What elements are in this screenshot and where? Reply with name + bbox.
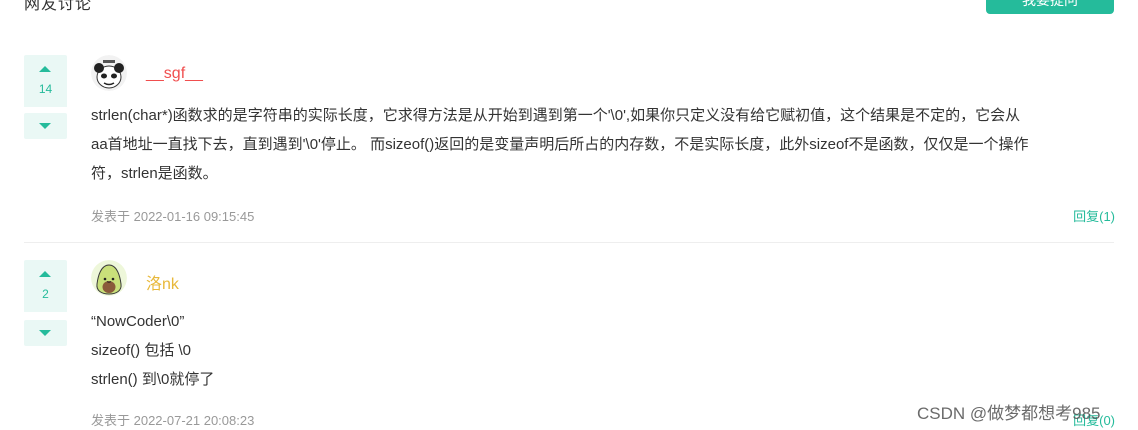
section-title: 网友讨论: [24, 0, 93, 13]
downvote-button[interactable]: [24, 113, 67, 139]
comment-line: strlen(char*)函数求的是字符串的实际长度，它求得方法是从开始到遇到第…: [91, 107, 1021, 124]
comment-item: 14 __sgf__ strlen(char*)函数求的是字符串的实际长度，它求…: [0, 55, 1138, 240]
avatar[interactable]: [91, 55, 127, 91]
upvote-button[interactable]: 2: [24, 260, 67, 312]
comment-line: strlen() 到\0就停了: [91, 371, 215, 388]
panda-meme-avatar-icon: [91, 55, 127, 91]
arrow-up-icon: [39, 66, 51, 72]
divider: [24, 242, 1114, 243]
comment-line: sizeof() 包括 \0: [91, 342, 192, 359]
post-timestamp: 发表于 2022-07-21 20:08:23: [91, 413, 255, 428]
avatar[interactable]: [91, 260, 127, 296]
downvote-button[interactable]: [24, 320, 67, 346]
comment-body: “NowCoder\0” sizeof() 包括 \0 strlen() 到\0…: [91, 307, 1115, 394]
avocado-avatar-icon: [91, 260, 127, 296]
top-bar: 网友讨论 我要提问: [0, 0, 1138, 16]
arrow-up-icon: [39, 271, 51, 277]
username-link[interactable]: 洛nk: [146, 270, 179, 294]
vote-count: 14: [38, 82, 53, 96]
csdn-watermark: CSDN @做梦都想考985: [917, 404, 1101, 423]
comment-body: strlen(char*)函数求的是字符串的实际长度，它求得方法是从开始到遇到第…: [91, 101, 1115, 188]
ask-question-button[interactable]: 我要提问: [986, 0, 1114, 14]
arrow-down-icon: [39, 123, 51, 129]
comment-line: 符，strlen是函数。: [91, 165, 218, 182]
post-timestamp: 发表于 2022-01-16 09:15:45: [91, 209, 255, 224]
username-link[interactable]: __sgf__: [146, 65, 203, 83]
comment-line: “NowCoder\0”: [91, 313, 185, 330]
arrow-down-icon: [39, 330, 51, 336]
reply-link[interactable]: 回复(1): [1073, 206, 1115, 225]
upvote-button[interactable]: 14: [24, 55, 67, 107]
vote-count: 2: [42, 287, 49, 301]
comment-line: aa首地址一直找下去，直到遇到'\0'停止。 而sizeof()返回的是变量声明…: [91, 136, 1029, 153]
